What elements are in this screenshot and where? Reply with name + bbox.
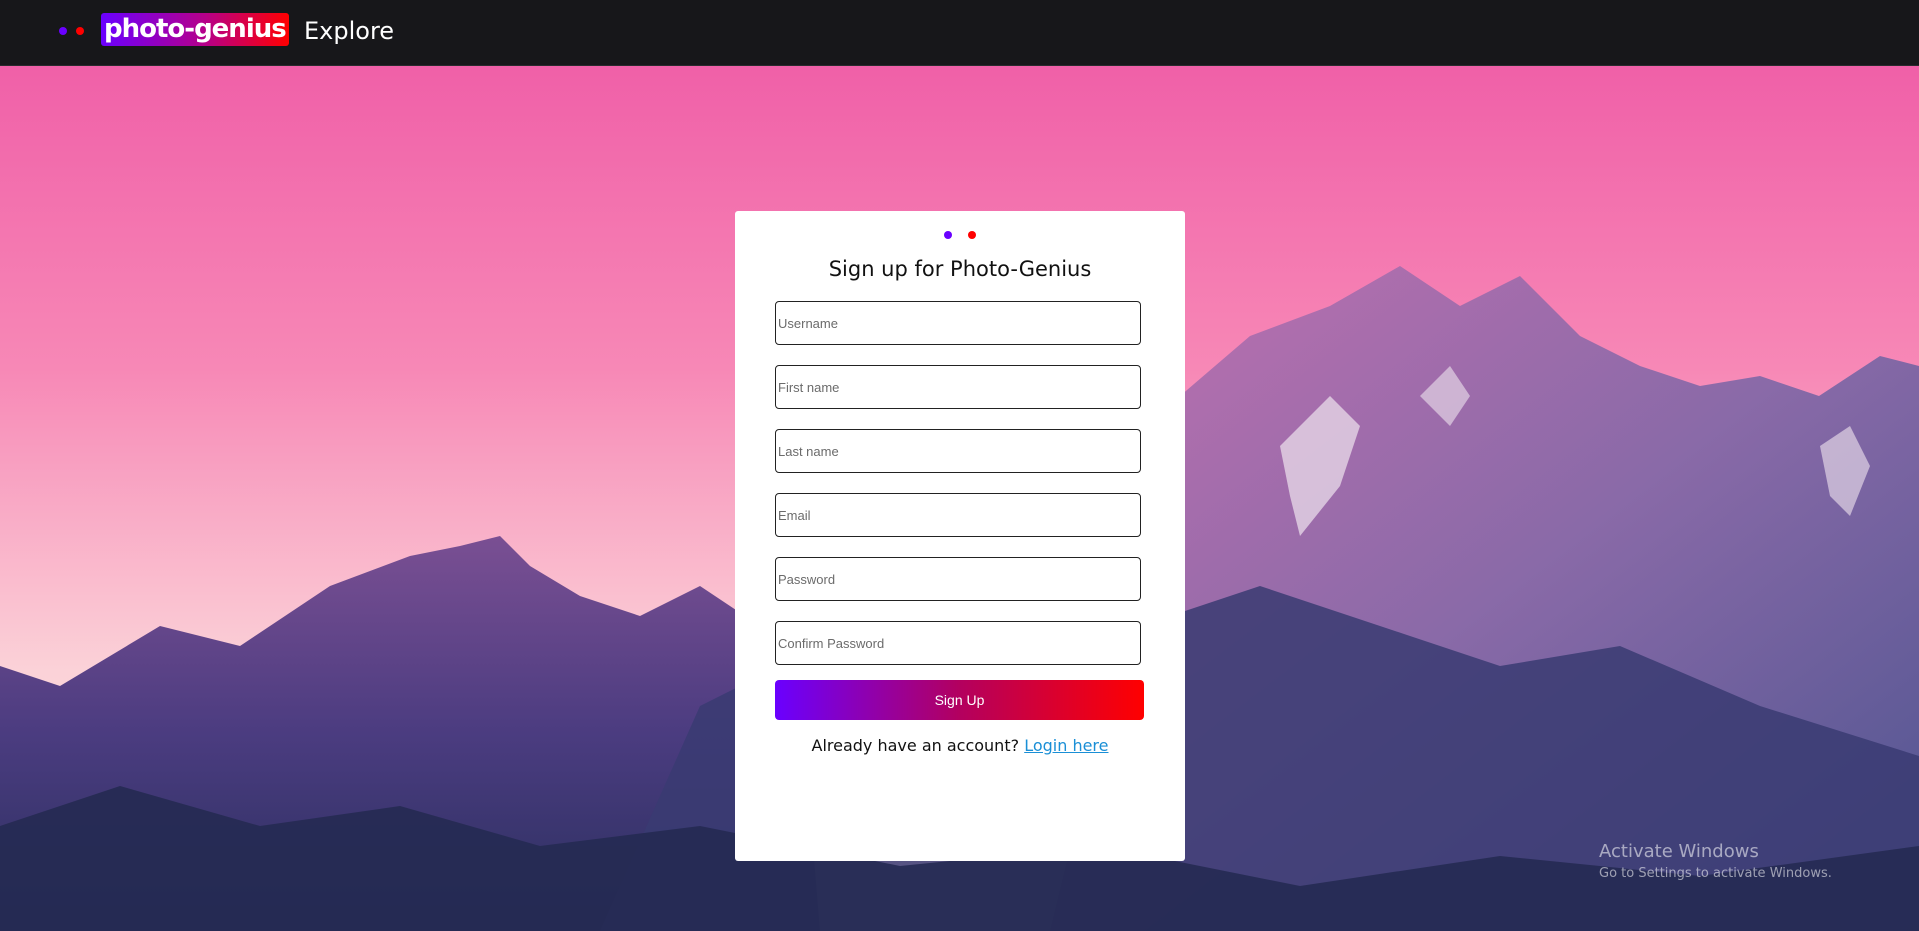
signup-button[interactable]: Sign Up [775, 680, 1144, 720]
card-logo-dots [944, 231, 976, 239]
red-dot-icon [76, 27, 84, 35]
last-name-input[interactable] [775, 429, 1141, 473]
first-name-input[interactable] [775, 365, 1141, 409]
purple-dot-icon [944, 231, 952, 239]
password-input[interactable] [775, 557, 1141, 601]
watermark-subtitle: Go to Settings to activate Windows. [1599, 866, 1832, 881]
signup-page: photo-genius Explore Sign up for Photo-G… [0, 0, 1919, 931]
login-link[interactable]: Login here [1024, 736, 1108, 755]
username-input[interactable] [775, 301, 1141, 345]
windows-activation-watermark: Activate Windows Go to Settings to activ… [1599, 840, 1832, 884]
signup-card: Sign up for Photo-Genius Sign Up Already… [735, 211, 1185, 861]
purple-dot-icon [59, 27, 67, 35]
red-dot-icon [968, 231, 976, 239]
watermark-title: Activate Windows [1599, 841, 1759, 862]
email-input[interactable] [775, 493, 1141, 537]
nav-explore-link[interactable]: Explore [304, 15, 394, 47]
signup-title: Sign up for Photo-Genius [828, 257, 1092, 281]
confirm-password-input[interactable] [775, 621, 1141, 665]
brand-logo-link[interactable]: photo-genius [101, 13, 289, 46]
login-prompt: Already have an account? Login here [735, 736, 1185, 755]
nav-logo-dots [59, 27, 84, 35]
top-navbar: photo-genius Explore [0, 0, 1919, 66]
have-account-text: Already have an account? [811, 736, 1020, 755]
